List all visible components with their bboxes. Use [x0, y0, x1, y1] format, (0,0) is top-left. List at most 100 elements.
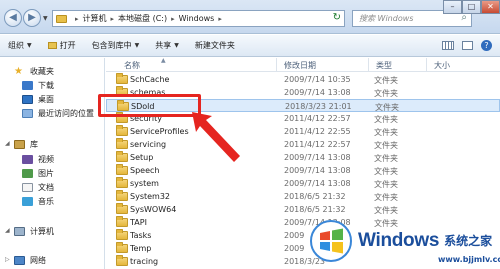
- chevron-right-icon[interactable]: ▸: [218, 15, 222, 23]
- close-button[interactable]: ✕: [481, 0, 500, 14]
- network-icon: [14, 256, 25, 265]
- open-button[interactable]: 打开: [40, 35, 84, 56]
- collapse-triangle-icon[interactable]: ◢: [5, 140, 10, 147]
- computer-icon: [14, 227, 25, 236]
- recent-places-icon: [22, 109, 33, 118]
- sidebar-item-network[interactable]: 网络: [14, 255, 46, 266]
- chevron-right-icon[interactable]: ▸: [75, 15, 79, 23]
- sidebar-item-label: 下载: [38, 81, 54, 90]
- sidebar-item-libraries[interactable]: 库: [14, 139, 38, 150]
- file-name: Temp: [130, 244, 152, 253]
- file-date: 2009/7/14 13:08: [284, 153, 351, 162]
- star-icon: ★: [14, 66, 23, 77]
- include-in-library-label: 包含到库中: [91, 41, 132, 50]
- folder-icon: [116, 73, 128, 84]
- refresh-icon[interactable]: ↻: [333, 12, 341, 23]
- share-label: 共享: [155, 41, 172, 50]
- file-date: 2009/7/14 13:08: [284, 166, 351, 175]
- sidebar-item-computer[interactable]: 计算机: [14, 226, 54, 237]
- file-date: 2018/3/23 21:01: [285, 102, 352, 111]
- sidebar-item-downloads[interactable]: 下载: [22, 80, 54, 91]
- file-name: System32: [130, 192, 171, 201]
- table-row[interactable]: Speech 2009/7/14 13:08 文件夹: [106, 164, 500, 177]
- file-date: 2009/7/14 10:35: [284, 75, 351, 84]
- table-row[interactable]: system 2009/7/14 13:08 文件夹: [106, 177, 500, 190]
- maximize-button[interactable]: □: [462, 0, 481, 14]
- file-name: servicing: [130, 140, 167, 149]
- sidebar-item-label: 桌面: [38, 95, 54, 104]
- sidebar-item-label: 网络: [30, 256, 46, 265]
- address-field[interactable]: ▸ 计算机 ▸ 本地磁盘 (C:) ▸ Windows ▸ ↻: [52, 10, 345, 27]
- breadcrumb-computer[interactable]: 计算机: [83, 13, 107, 24]
- table-row[interactable]: ServiceProfiles 2011/4/12 22:55 文件夹: [106, 125, 500, 138]
- column-header-type[interactable]: 类型: [376, 60, 392, 71]
- back-button[interactable]: ◀: [4, 9, 22, 27]
- chevron-down-icon: ▼: [27, 42, 32, 49]
- new-folder-button[interactable]: 新建文件夹: [187, 35, 243, 56]
- folder-icon: [116, 177, 128, 188]
- file-date: 2011/4/12 22:57: [284, 114, 351, 123]
- file-type: 文件夹: [374, 115, 398, 124]
- include-in-library-button[interactable]: 包含到库中 ▼: [84, 35, 148, 56]
- watermark-brand: Windows: [358, 229, 440, 251]
- view-options-icon[interactable]: [442, 41, 454, 50]
- table-row[interactable]: System32 2018/6/5 21:32 文件夹: [106, 190, 500, 203]
- share-button[interactable]: 共享 ▼: [147, 35, 187, 56]
- sidebar-item-label: 视频: [38, 155, 54, 164]
- address-bar-area: ◀ ▶ ▼ ▸ 计算机 ▸ 本地磁盘 (C:) ▸ Windows ▸ ↻ 搜索…: [0, 0, 500, 34]
- sidebar-item-pictures[interactable]: 图片: [22, 168, 54, 179]
- table-row[interactable]: Setup 2009/7/14 13:08 文件夹: [106, 151, 500, 164]
- sidebar-item-music[interactable]: 音乐: [22, 196, 54, 207]
- breadcrumb-windows[interactable]: Windows: [179, 14, 215, 23]
- minimize-button[interactable]: –: [443, 0, 462, 14]
- download-icon: [22, 81, 33, 90]
- sidebar-item-documents[interactable]: 文档: [22, 182, 54, 193]
- column-divider[interactable]: [426, 58, 427, 72]
- file-date: 2011/4/12 22:57: [284, 140, 351, 149]
- folder-open-icon: [47, 42, 57, 49]
- file-name: Setup: [130, 153, 154, 162]
- sidebar-item-videos[interactable]: 视频: [22, 154, 54, 165]
- sidebar-item-label: 收藏夹: [30, 67, 54, 76]
- file-name: ServiceProfiles: [130, 127, 189, 136]
- file-date: 2018/6/5 21:32: [284, 192, 346, 201]
- collapse-triangle-icon[interactable]: ◢: [5, 227, 10, 234]
- windows-logo-icon: [310, 219, 352, 262]
- sidebar-item-label: 文档: [38, 183, 54, 192]
- chevron-down-icon: ▼: [134, 42, 140, 49]
- chevron-right-icon[interactable]: ▸: [111, 15, 115, 23]
- file-date: 2009: [284, 244, 305, 253]
- file-type: 文件夹: [374, 141, 398, 150]
- table-row[interactable]: SchCache 2009/7/14 10:35 文件夹: [106, 73, 500, 86]
- file-name: Speech: [130, 166, 160, 175]
- file-date: 2009/7/14 13:08: [284, 88, 351, 97]
- folder-icon: [116, 216, 128, 227]
- forward-button[interactable]: ▶: [23, 9, 41, 27]
- organize-button[interactable]: 组织 ▼: [0, 35, 40, 56]
- help-icon[interactable]: ?: [481, 40, 492, 51]
- desktop-icon: [22, 95, 33, 104]
- column-divider[interactable]: [276, 58, 277, 72]
- table-row[interactable]: servicing 2011/4/12 22:57 文件夹: [106, 138, 500, 151]
- sidebar-item-desktop[interactable]: 桌面: [22, 94, 54, 105]
- breadcrumb-local-disk[interactable]: 本地磁盘 (C:): [118, 13, 167, 24]
- column-headers: ▲ 名称 修改日期 类型 大小: [106, 58, 500, 72]
- folder-icon: [116, 138, 128, 149]
- sidebar-item-label: 计算机: [30, 227, 54, 236]
- sidebar-item-favorites[interactable]: ★ 收藏夹: [14, 66, 54, 77]
- column-header-size[interactable]: 大小: [434, 60, 450, 71]
- history-dropdown-icon[interactable]: ▼: [43, 15, 48, 22]
- column-header-date[interactable]: 修改日期: [284, 60, 316, 71]
- sidebar-item-recent[interactable]: 最近访问的位置: [22, 108, 94, 119]
- file-name: SysWOW64: [130, 205, 177, 214]
- chevron-right-icon[interactable]: ▸: [171, 15, 175, 23]
- column-header-name[interactable]: 名称: [124, 60, 140, 71]
- column-divider[interactable]: [368, 58, 369, 72]
- folder-icon: [56, 14, 67, 23]
- expand-triangle-icon[interactable]: ▷: [5, 256, 10, 263]
- video-icon: [22, 155, 33, 164]
- preview-pane-icon[interactable]: [462, 41, 473, 50]
- new-folder-label: 新建文件夹: [194, 41, 235, 50]
- search-placeholder: 搜索 Windows: [359, 14, 414, 23]
- folder-icon: [116, 203, 128, 214]
